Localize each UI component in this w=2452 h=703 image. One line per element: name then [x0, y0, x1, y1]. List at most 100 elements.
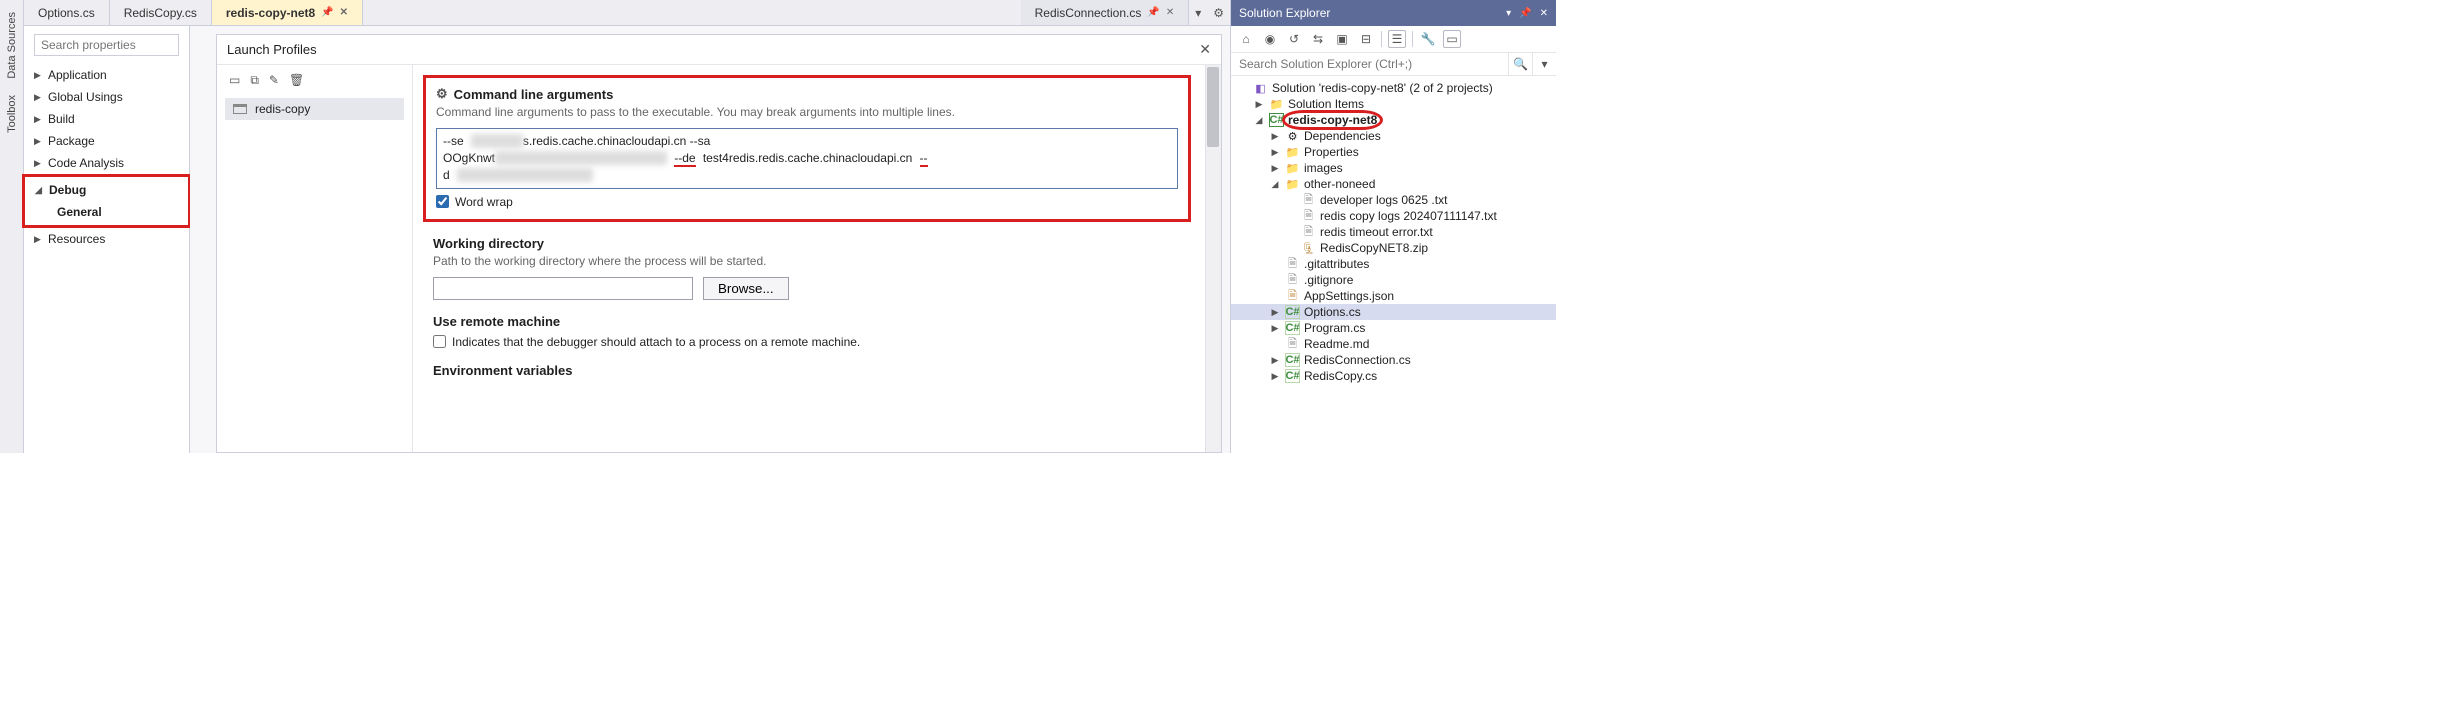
- editor-tab-bar: Options.cs RedisCopy.cs redis-copy-net8 …: [24, 0, 1230, 26]
- tab-settings-gear-icon[interactable]: ⚙: [1207, 0, 1230, 25]
- zip-file-icon: 🗜: [1301, 241, 1316, 255]
- tree-file[interactable]: 🗎developer logs 0625 .txt: [1231, 192, 1556, 208]
- nav-build[interactable]: ▶Build: [24, 108, 189, 130]
- tree-program-cs[interactable]: ▶C#Program.cs: [1231, 320, 1556, 336]
- tree-images[interactable]: ▶📁images: [1231, 160, 1556, 176]
- word-wrap-label: Word wrap: [455, 195, 513, 209]
- md-file-icon: 🗎: [1285, 337, 1300, 351]
- delete-profile-icon[interactable]: 🗑: [289, 73, 304, 88]
- nav-debug-general[interactable]: General: [25, 201, 188, 223]
- tree-project[interactable]: ◢C#redis-copy-net8: [1231, 112, 1556, 128]
- profile-redis-copy[interactable]: redis-copy: [225, 98, 404, 120]
- word-wrap-checkbox[interactable]: [436, 195, 449, 208]
- nav-resources[interactable]: ▶Resources: [24, 228, 189, 250]
- pending-changes-icon[interactable]: ↺: [1285, 30, 1303, 48]
- panel-close-icon[interactable]: ✕: [1540, 8, 1548, 19]
- sync-icon[interactable]: ⇆: [1309, 30, 1327, 48]
- nav-global-usings[interactable]: ▶Global Usings: [24, 86, 189, 108]
- properties-icon[interactable]: 🔧: [1419, 30, 1437, 48]
- tree-solution[interactable]: ◧Solution 'redis-copy-net8' (2 of 2 proj…: [1231, 80, 1556, 96]
- tab-overflow-chevron-icon[interactable]: ▾: [1189, 0, 1207, 25]
- home-icon[interactable]: ⌂: [1237, 30, 1255, 48]
- chevron-right-icon: ▶: [1269, 131, 1281, 142]
- tool-tab-data-sources[interactable]: Data Sources: [4, 4, 20, 87]
- tool-tab-toolbox[interactable]: Toolbox: [4, 87, 20, 141]
- tab-rediscopy-cs[interactable]: RedisCopy.cs: [110, 0, 212, 25]
- switch-views-icon[interactable]: ◉: [1261, 30, 1279, 48]
- duplicate-profile-icon[interactable]: ⧉: [250, 73, 259, 88]
- tab-redis-copy-net8[interactable]: redis-copy-net8 📌 ✕: [212, 0, 363, 25]
- cmd-args-desc: Command line arguments to pass to the ex…: [436, 104, 956, 120]
- tree-file[interactable]: 🗎redis timeout error.txt: [1231, 224, 1556, 240]
- search-properties-input[interactable]: [34, 34, 179, 56]
- pin-icon[interactable]: 📌: [321, 7, 333, 18]
- panel-pin-icon[interactable]: 📌: [1519, 8, 1531, 19]
- tree-file[interactable]: 🗜RedisCopyNET8.zip: [1231, 240, 1556, 256]
- tree-rediscopy-cs[interactable]: ▶C#RedisCopy.cs: [1231, 368, 1556, 384]
- view-icon[interactable]: ☰: [1388, 30, 1406, 48]
- close-icon[interactable]: ✕: [340, 7, 348, 18]
- show-all-files-icon[interactable]: ▣: [1333, 30, 1351, 48]
- tree-properties[interactable]: ▶📁Properties: [1231, 144, 1556, 160]
- collapse-all-icon[interactable]: ⊟: [1357, 30, 1375, 48]
- dialog-close-icon[interactable]: ✕: [1199, 41, 1211, 58]
- tab-redisconnection-cs[interactable]: RedisConnection.cs 📌 ✕: [1021, 0, 1190, 25]
- tree-file[interactable]: 🗎redis copy logs 202407111147.txt: [1231, 208, 1556, 224]
- close-icon[interactable]: ✕: [1166, 7, 1174, 18]
- chevron-right-icon: ▶: [1269, 323, 1281, 334]
- tree-solution-items[interactable]: ▶📁Solution Items: [1231, 96, 1556, 112]
- cmd-args-input[interactable]: --se xxxxxxxxs.redis.cache.chinacloudapi…: [436, 128, 1178, 188]
- annotation-cmd-args: ⚙ Command line arguments Command line ar…: [423, 75, 1191, 222]
- chevron-right-icon: ▶: [1269, 307, 1281, 318]
- chevron-right-icon: ▶: [1269, 355, 1281, 366]
- search-icon[interactable]: 🔍: [1508, 53, 1532, 75]
- tree-other-noneed[interactable]: ◢📁other-noneed: [1231, 176, 1556, 192]
- tree-redisconnection-cs[interactable]: ▶C#RedisConnection.cs: [1231, 352, 1556, 368]
- solution-search-input[interactable]: [1231, 53, 1508, 75]
- pin-icon[interactable]: 📌: [1147, 7, 1159, 18]
- new-profile-icon[interactable]: ▭: [229, 73, 240, 88]
- tab-options-cs[interactable]: Options.cs: [24, 0, 110, 25]
- annotation-debug-selected: ◢Debug General: [22, 174, 191, 228]
- gear-icon: ⚙: [436, 86, 448, 102]
- rename-profile-icon[interactable]: ✎: [269, 73, 279, 88]
- chevron-right-icon: ▶: [34, 158, 44, 169]
- working-dir-heading: Working directory: [433, 236, 1181, 251]
- json-file-icon: 🗎: [1285, 289, 1300, 303]
- cs-file-icon: C#: [1285, 369, 1300, 383]
- working-dir-input[interactable]: [433, 277, 693, 300]
- tree-file[interactable]: 🗎.gitattributes: [1231, 256, 1556, 272]
- folder-icon: 📁: [1285, 161, 1300, 175]
- project-properties-nav: ▶Application ▶Global Usings ▶Build ▶Pack…: [24, 26, 190, 453]
- preview-icon[interactable]: ▭: [1443, 30, 1461, 48]
- nav-code-analysis[interactable]: ▶Code Analysis: [24, 152, 189, 174]
- tab-label: Options.cs: [38, 6, 95, 20]
- remote-checkbox[interactable]: [433, 335, 446, 348]
- profile-toolbar: ▭ ⧉ ✎ 🗑: [225, 71, 404, 98]
- tree-file[interactable]: 🗎.gitignore: [1231, 272, 1556, 288]
- search-dropdown-icon[interactable]: ▾: [1532, 53, 1556, 75]
- nav-application[interactable]: ▶Application: [24, 64, 189, 86]
- tree-dependencies[interactable]: ▶⚙Dependencies: [1231, 128, 1556, 144]
- panel-dropdown-icon[interactable]: ▾: [1506, 8, 1511, 19]
- scroll-thumb[interactable]: [1207, 67, 1219, 147]
- cs-file-icon: C#: [1285, 305, 1300, 319]
- chevron-right-icon: ▶: [1253, 99, 1265, 110]
- browse-button[interactable]: Browse...: [703, 277, 789, 300]
- working-dir-desc: Path to the working directory where the …: [433, 253, 953, 269]
- chevron-right-icon: ▶: [34, 114, 44, 125]
- solution-icon: ◧: [1253, 81, 1268, 95]
- chevron-right-icon: ▶: [34, 70, 44, 81]
- cmd-args-heading: Command line arguments: [454, 87, 614, 102]
- tree-file[interactable]: 🗎AppSettings.json: [1231, 288, 1556, 304]
- chevron-right-icon: ▶: [1269, 371, 1281, 382]
- nav-debug[interactable]: ◢Debug: [25, 179, 188, 201]
- chevron-right-icon: ▶: [34, 136, 44, 147]
- nav-package[interactable]: ▶Package: [24, 130, 189, 152]
- remote-desc: Indicates that the debugger should attac…: [452, 335, 860, 349]
- tree-options-cs[interactable]: ▶C#Options.cs: [1231, 304, 1556, 320]
- chevron-right-icon: ▶: [1269, 147, 1281, 158]
- tree-readme[interactable]: 🗎Readme.md: [1231, 336, 1556, 352]
- dialog-scrollbar[interactable]: [1205, 65, 1221, 452]
- folder-icon: 📁: [1285, 177, 1300, 191]
